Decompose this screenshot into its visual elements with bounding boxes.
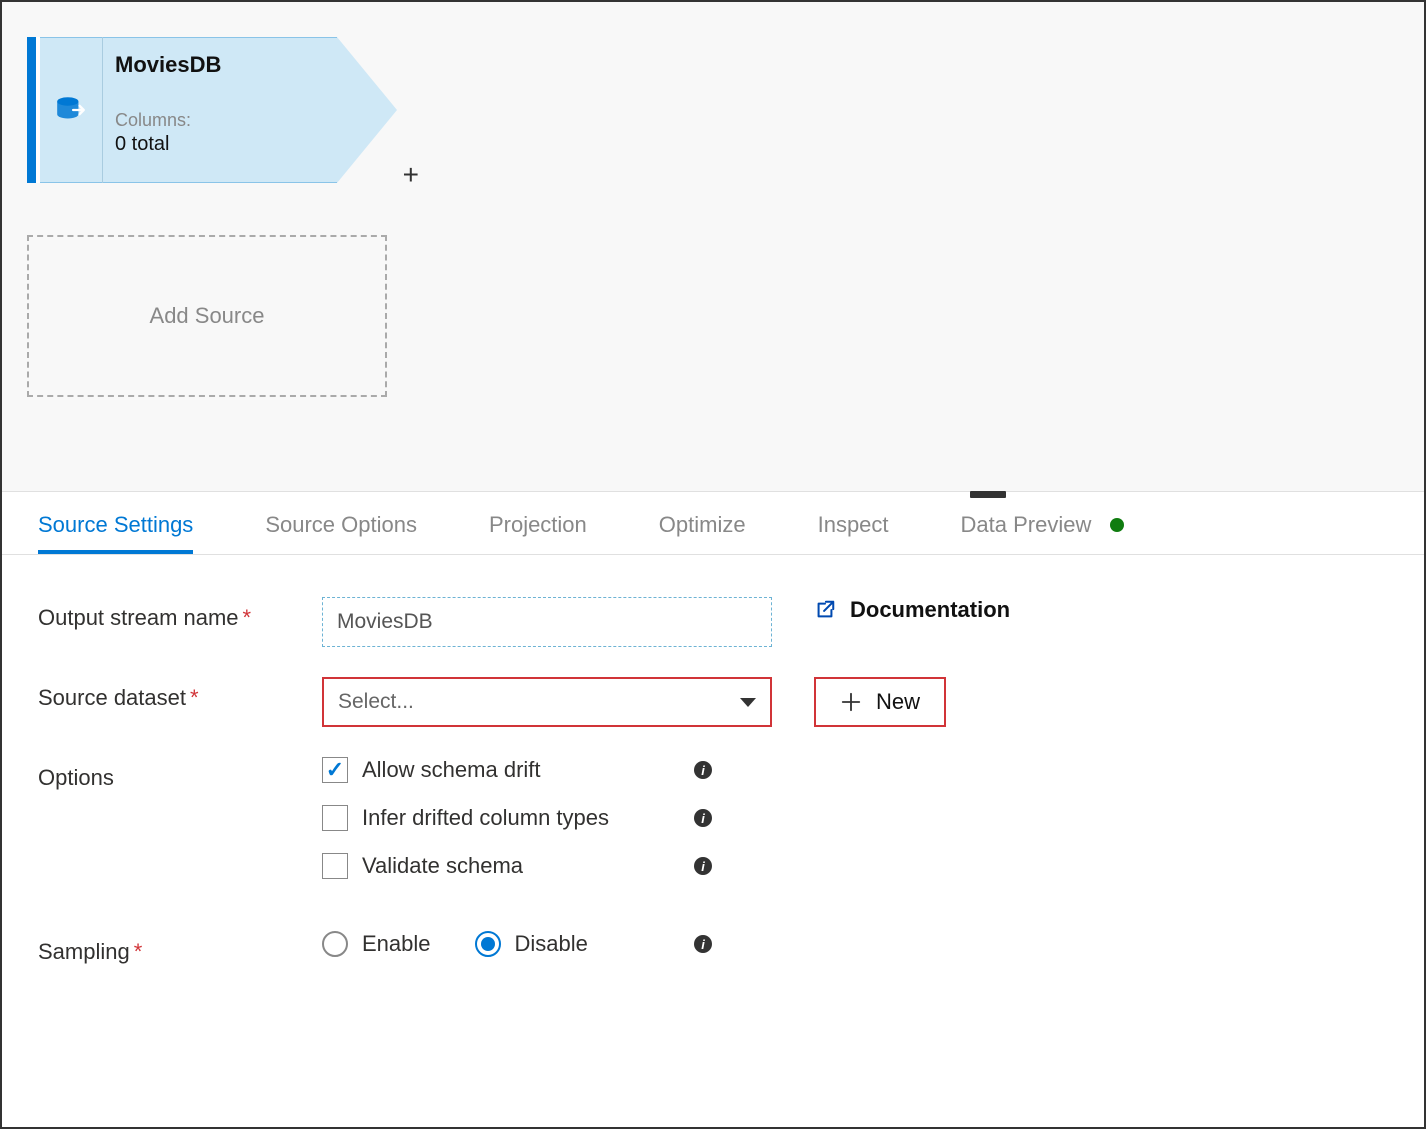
- output-stream-name-input[interactable]: [322, 597, 772, 647]
- node-title: MoviesDB: [115, 52, 325, 78]
- sampling-enable-radio[interactable]: [322, 931, 348, 957]
- sampling-enable-label: Enable: [362, 931, 431, 957]
- new-dataset-button[interactable]: New: [814, 677, 946, 727]
- app-frame: MoviesDB Columns: 0 total + Add Source S…: [0, 0, 1426, 1129]
- node-body: MoviesDB Columns: 0 total: [103, 37, 337, 183]
- source-dataset-placeholder: Select...: [338, 690, 414, 714]
- external-link-icon: [814, 599, 836, 621]
- add-transform-plus-icon[interactable]: +: [403, 159, 419, 191]
- info-icon[interactable]: i: [694, 761, 712, 779]
- settings-tabs: Source Settings Source Options Projectio…: [2, 492, 1424, 555]
- info-icon[interactable]: i: [694, 935, 712, 953]
- panel-resize-handle[interactable]: [970, 491, 1006, 498]
- settings-panel: Source Settings Source Options Projectio…: [2, 492, 1424, 1015]
- options-label: Options: [38, 757, 322, 791]
- source-dataset-icon: [54, 93, 88, 127]
- sampling-disable-label: Disable: [515, 931, 588, 957]
- data-preview-status-dot-icon: [1110, 518, 1124, 532]
- node-columns-count: 0 total: [115, 133, 325, 156]
- node-icon-column: [40, 37, 102, 183]
- infer-drifted-types-checkbox[interactable]: [322, 805, 348, 831]
- plus-icon: [840, 691, 862, 713]
- sampling-label: Sampling*: [38, 931, 322, 965]
- source-dataset-label: Source dataset*: [38, 677, 322, 711]
- validate-schema-label: Validate schema: [362, 853, 523, 879]
- tab-source-settings[interactable]: Source Settings: [38, 512, 193, 554]
- documentation-link[interactable]: Documentation: [814, 597, 1010, 623]
- node-columns-label: Columns:: [115, 110, 325, 131]
- validate-schema-checkbox[interactable]: [322, 853, 348, 879]
- dataflow-canvas[interactable]: MoviesDB Columns: 0 total + Add Source: [2, 2, 1424, 492]
- node-arrowhead: [337, 37, 397, 183]
- tab-data-preview[interactable]: Data Preview: [961, 512, 1124, 554]
- allow-schema-drift-checkbox[interactable]: [322, 757, 348, 783]
- tab-optimize[interactable]: Optimize: [659, 512, 746, 554]
- tab-projection[interactable]: Projection: [489, 512, 587, 554]
- source-dataset-select[interactable]: Select...: [322, 677, 772, 727]
- add-source-label: Add Source: [150, 303, 265, 329]
- allow-schema-drift-label: Allow schema drift: [362, 757, 541, 783]
- sampling-disable-radio[interactable]: [475, 931, 501, 957]
- add-source-button[interactable]: Add Source: [27, 235, 387, 397]
- tab-inspect[interactable]: Inspect: [818, 512, 889, 554]
- infer-drifted-types-label: Infer drifted column types: [362, 805, 609, 831]
- tab-source-options[interactable]: Source Options: [265, 512, 417, 554]
- node-selection-bar: [27, 37, 36, 183]
- info-icon[interactable]: i: [694, 809, 712, 827]
- info-icon[interactable]: i: [694, 857, 712, 875]
- output-stream-name-label: Output stream name*: [38, 597, 322, 631]
- source-settings-form: Output stream name* Documentation S: [2, 555, 1424, 1015]
- source-node-moviesdb[interactable]: MoviesDB Columns: 0 total: [27, 37, 397, 183]
- chevron-down-icon: [740, 698, 756, 707]
